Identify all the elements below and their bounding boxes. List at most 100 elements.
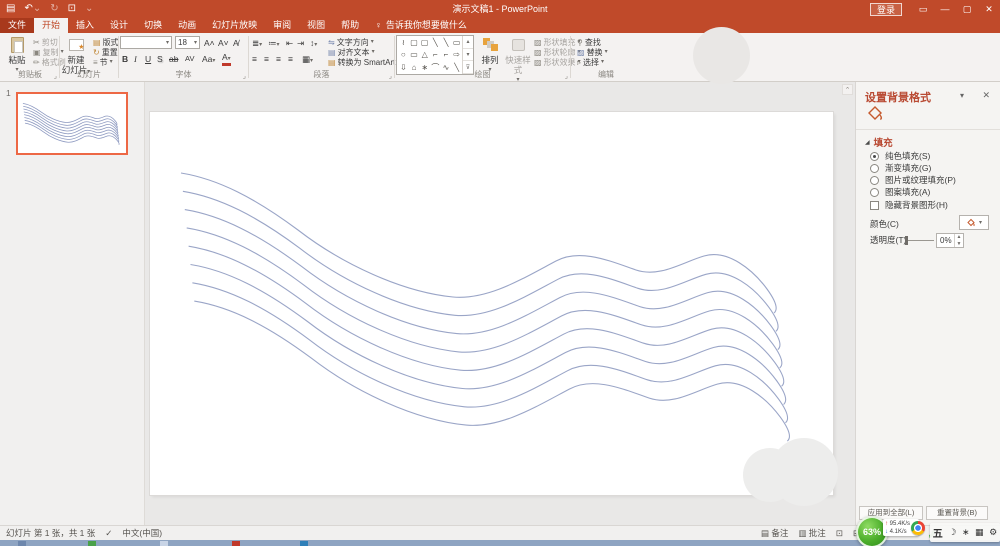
italic-button[interactable]: I — [134, 54, 137, 64]
tab-transitions[interactable]: 切换 — [136, 18, 170, 33]
gallery-up-icon[interactable]: ▴ — [463, 36, 473, 49]
change-case-button[interactable]: Aa▾ — [202, 54, 215, 64]
numbering-button[interactable]: ≔▾ — [268, 38, 280, 49]
decrease-indent-button[interactable]: ⇤ — [286, 38, 293, 49]
window-controls: 登录 ▭ — ▢ ✕ — [870, 0, 1000, 18]
slide-count-label: 幻灯片 第 1 张，共 1 张 — [6, 526, 95, 540]
option-picture-fill[interactable]: 图片或纹理填充(P) — [870, 174, 956, 186]
tab-insert[interactable]: 插入 — [68, 18, 102, 33]
replace-button[interactable]: ▨替换▾ — [577, 48, 608, 57]
align-center-button[interactable]: ≡ — [264, 54, 269, 64]
radio-selected[interactable] — [870, 152, 879, 161]
signin-button[interactable]: 登录 — [870, 3, 902, 16]
tab-help[interactable]: 帮助 — [333, 18, 367, 33]
language-label[interactable]: 中文(中国) — [122, 526, 162, 540]
ime-toolbar[interactable]: 五 ☽ ∗ ▦ ⚙ — [930, 523, 1000, 542]
transparency-spinner[interactable]: 0% ▲▼ — [936, 233, 964, 248]
bold-button[interactable]: B — [122, 54, 128, 64]
ime-mode-icon[interactable]: 五 — [933, 525, 943, 540]
notes-button[interactable]: ▤ 备注 — [761, 526, 788, 540]
spinner-arrows[interactable]: ▲▼ — [954, 234, 963, 247]
fill-bucket-icon[interactable] — [865, 104, 885, 124]
character-spacing-button[interactable]: AV — [185, 54, 194, 63]
strikethrough-button[interactable]: ab — [169, 54, 178, 64]
editor-scrollbar[interactable]: ⌃ — [842, 84, 853, 522]
drawing-dialog-launcher[interactable]: ⌟ — [565, 72, 568, 80]
window-title: 演示文稿1 - PowerPoint — [0, 0, 1000, 18]
find-button[interactable]: ⚲查找 — [577, 38, 601, 47]
align-left-button[interactable]: ≡ — [252, 54, 257, 64]
tab-file[interactable]: 文件 — [0, 18, 34, 33]
columns-button[interactable]: ▦▾ — [302, 54, 313, 65]
tab-review[interactable]: 审阅 — [265, 18, 299, 33]
shrink-font-button[interactable]: A˅ — [218, 38, 229, 48]
scroll-up-icon[interactable]: ⌃ — [842, 84, 853, 95]
ime-keyboard-icon[interactable]: ▦ — [975, 527, 984, 538]
paragraph-dialog-launcher[interactable]: ⌟ — [389, 72, 392, 80]
font-color-button[interactable]: A▾ — [222, 53, 231, 66]
align-text-button[interactable]: ▤对齐文本▾ — [328, 48, 375, 57]
grow-font-button[interactable]: A˄ — [204, 38, 215, 48]
underline-button[interactable]: U — [145, 54, 151, 64]
option-gradient-fill[interactable]: 渐变填充(G) — [870, 162, 931, 174]
new-slide-icon — [69, 39, 84, 51]
maximize-icon[interactable]: ▢ — [956, 0, 978, 18]
minimize-icon[interactable]: — — [934, 0, 956, 18]
pane-close-icon[interactable]: ✕ — [982, 90, 990, 101]
pane-options-icon[interactable]: ▾ — [960, 91, 964, 100]
align-text-icon: ▤ — [328, 48, 336, 57]
section-icon: ≡ — [93, 58, 98, 67]
slide-canvas[interactable] — [150, 112, 833, 495]
tab-view[interactable]: 视图 — [299, 18, 333, 33]
option-solid-fill[interactable]: 纯色填充(S) — [870, 150, 930, 162]
select-button[interactable]: ▹选择▾ — [577, 58, 604, 67]
align-right-button[interactable]: ≡ — [276, 54, 281, 64]
bullets-button[interactable]: ≣▾ — [252, 38, 262, 49]
tell-me-box[interactable]: ♀ 告诉我你想要做什么 — [367, 18, 475, 33]
font-name-combo[interactable]: ▾ — [120, 36, 172, 49]
group-clipboard: 粘贴▾ ✂剪切 ▣复制▾ ✏格式刷 剪贴板 ⌟ — [2, 33, 58, 81]
font-dialog-launcher[interactable]: ⌟ — [243, 72, 246, 80]
arrange-icon — [483, 38, 497, 51]
gallery-down-icon[interactable]: ▾ — [463, 49, 473, 62]
justify-button[interactable]: ≡ — [288, 54, 293, 64]
option-hide-background[interactable]: 隐藏背景图形(H) — [870, 199, 948, 211]
tab-slideshow[interactable]: 幻灯片放映 — [204, 18, 265, 33]
increase-indent-button[interactable]: ⇥ — [297, 38, 304, 49]
slide-thumbnail[interactable] — [16, 92, 128, 155]
text-direction-button[interactable]: ⇋文字方向▾ — [328, 38, 374, 47]
radio[interactable] — [870, 188, 879, 197]
color-picker-button[interactable]: ▾ — [959, 215, 989, 230]
font-size-combo[interactable]: 18▾ — [175, 36, 200, 49]
tab-home[interactable]: 开始 — [34, 18, 68, 33]
tab-design[interactable]: 设计 — [102, 18, 136, 33]
spellcheck-icon[interactable]: ✓ — [105, 526, 112, 540]
text-shadow-button[interactable]: S — [157, 54, 163, 64]
section-button[interactable]: ≡节▾ — [93, 58, 113, 67]
group-editing: ⚲查找 ▨替换▾ ▹选择▾ 编辑 — [572, 33, 640, 81]
line-spacing-button[interactable]: ↕▾ — [310, 38, 317, 48]
radio[interactable] — [870, 164, 879, 173]
ime-moon-icon[interactable]: ☽ — [948, 527, 956, 538]
close-icon[interactable]: ✕ — [978, 0, 1000, 18]
clear-formatting-button[interactable]: A̸ — [233, 38, 239, 48]
radio[interactable] — [870, 176, 879, 185]
comments-button[interactable]: ▥ 批注 — [798, 526, 825, 540]
powerpoint-window: { "titlebar": { "title": "演示文稿1 - PowerP… — [0, 0, 1000, 546]
slide-number: 1 — [6, 88, 11, 98]
ime-settings-icon[interactable]: ⚙ — [989, 527, 997, 538]
checkbox[interactable] — [870, 201, 879, 210]
convert-smartart-button[interactable]: ▤转换为 SmartArt▾ — [328, 58, 400, 67]
tab-animations[interactable]: 动画 — [170, 18, 204, 33]
fill-section-header[interactable]: ◢ 填充 — [865, 135, 893, 149]
cut-button[interactable]: ✂剪切 — [33, 38, 58, 47]
main-area: 1 ⌃ 设置背景格式 ▾ ✕ ◢ 填充 纯色填充(S) — [0, 82, 1000, 525]
clipboard-dialog-launcher[interactable]: ⌟ — [54, 72, 57, 80]
ime-punct-icon[interactable]: ∗ — [962, 527, 970, 538]
color-bucket-icon — [966, 218, 976, 228]
option-pattern-fill[interactable]: 图案填充(A) — [870, 186, 930, 198]
normal-view-icon[interactable]: ⊡ — [836, 526, 843, 540]
reset-button[interactable]: ↻重置 — [93, 48, 118, 57]
ribbon-display-options-icon[interactable]: ▭ — [912, 0, 934, 18]
transparency-slider-track[interactable] — [908, 240, 934, 241]
